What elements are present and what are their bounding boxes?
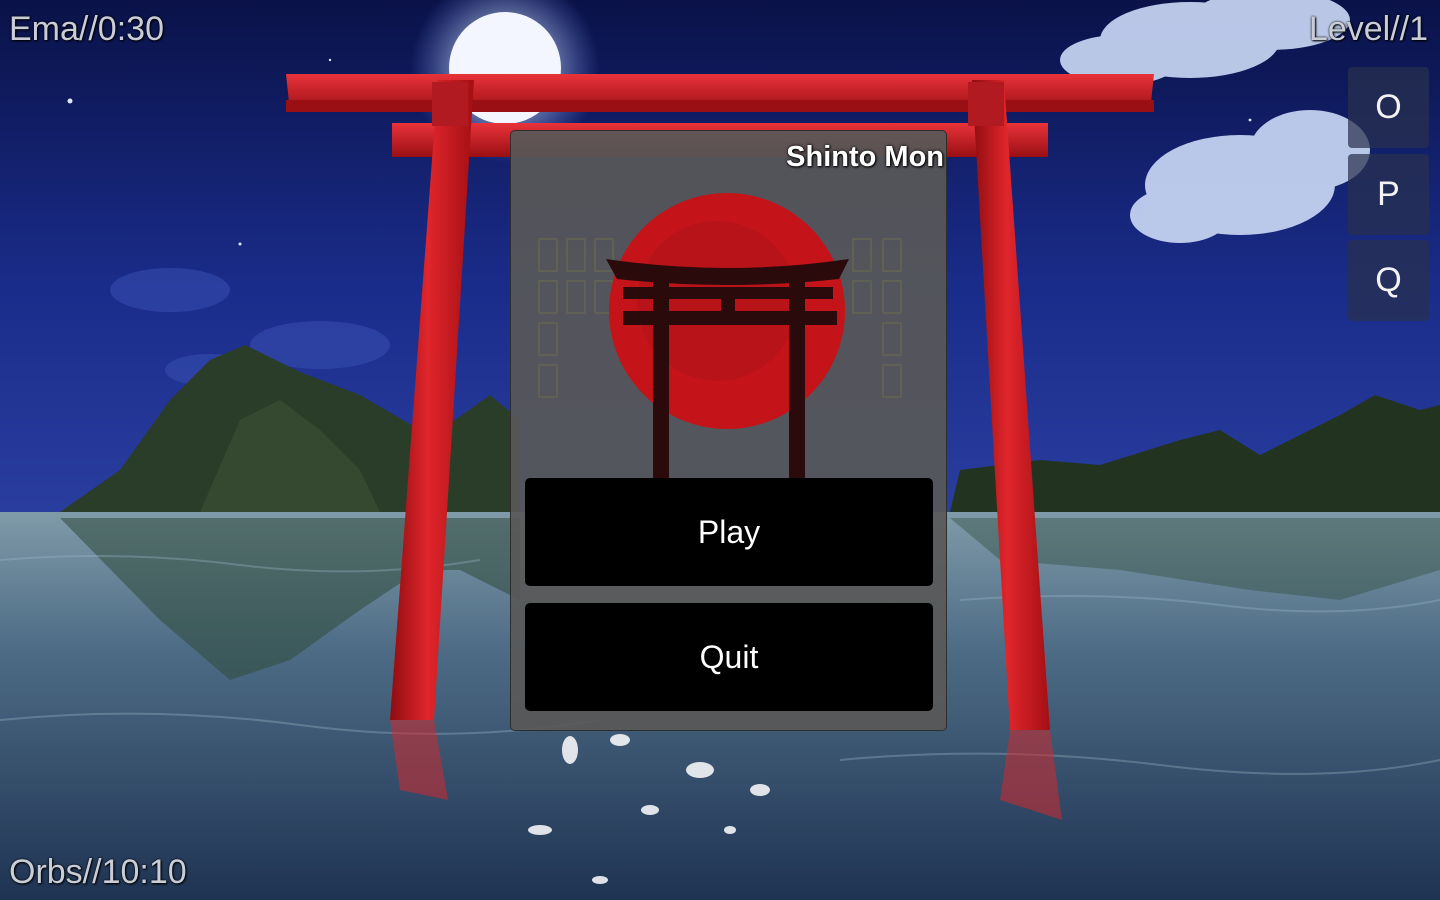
torii-sun-logo (538, 193, 902, 481)
o-button[interactable]: O (1348, 67, 1429, 148)
game-title: Shinto Mon (786, 141, 944, 173)
q-button[interactable]: Q (1348, 240, 1429, 321)
quit-button[interactable]: Quit (525, 603, 933, 711)
ema-timer: Ema//0:30 (9, 10, 164, 48)
level-indicator: Level//1 (1308, 10, 1428, 48)
p-button[interactable]: P (1348, 154, 1429, 235)
orbs-counter: Orbs//10:10 (9, 853, 187, 891)
play-button[interactable]: Play (525, 478, 933, 586)
main-menu-panel: Shinto Mon Play Quit (510, 130, 947, 731)
